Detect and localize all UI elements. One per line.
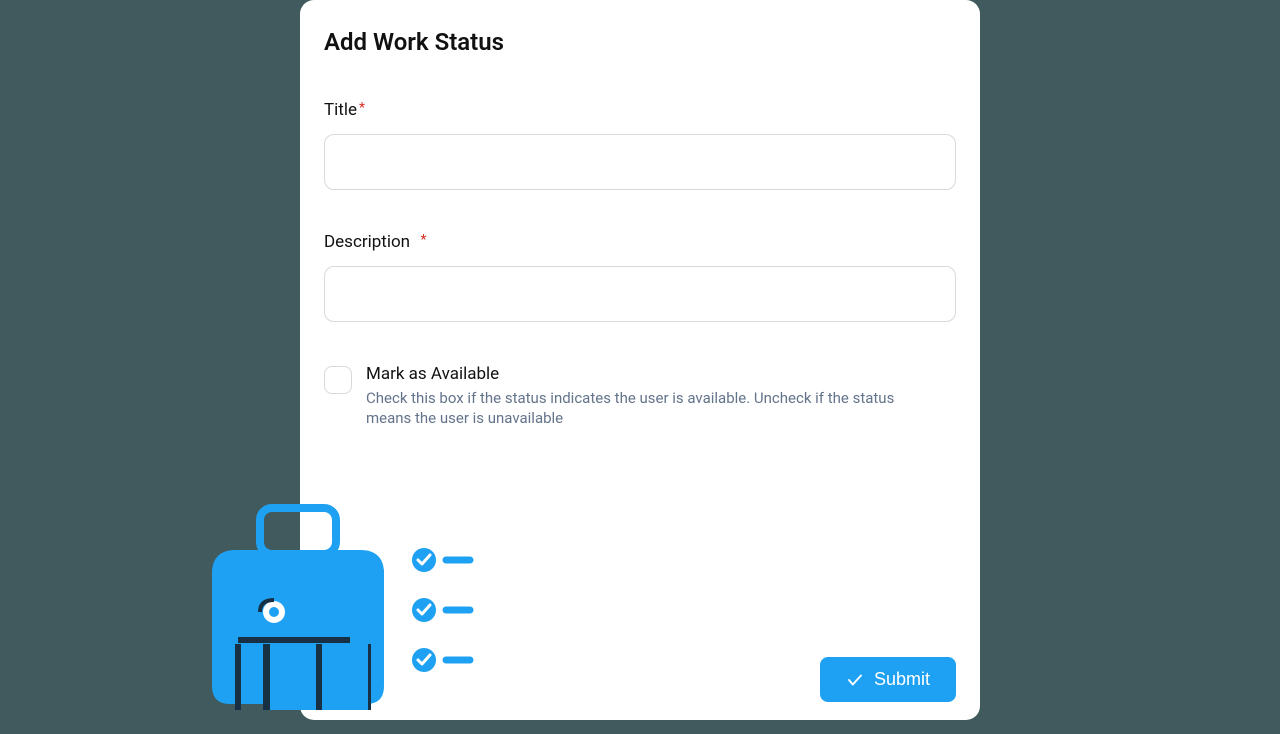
description-label: Description * bbox=[324, 232, 956, 252]
submit-button[interactable]: Submit bbox=[820, 657, 956, 702]
briefcase-checklist-icon bbox=[200, 504, 500, 734]
available-label: Mark as Available bbox=[366, 364, 926, 384]
submit-row: Submit bbox=[820, 657, 956, 702]
required-asterisk: * bbox=[359, 100, 365, 116]
description-label-text: Description bbox=[324, 232, 410, 252]
title-label: Title* bbox=[324, 100, 956, 120]
add-work-status-modal: Add Work Status Title* Description * Mar… bbox=[300, 0, 980, 720]
available-checkbox[interactable] bbox=[324, 366, 352, 394]
field-available: Mark as Available Check this box if the … bbox=[324, 364, 956, 429]
available-help: Check this box if the status indicates t… bbox=[366, 388, 926, 429]
available-text: Mark as Available Check this box if the … bbox=[366, 364, 926, 429]
field-title: Title* bbox=[324, 100, 956, 190]
title-label-text: Title bbox=[324, 100, 357, 120]
field-description: Description * bbox=[324, 232, 956, 322]
submit-label: Submit bbox=[874, 669, 930, 690]
check-icon bbox=[846, 671, 864, 689]
modal-title: Add Work Status bbox=[324, 28, 956, 56]
title-input[interactable] bbox=[324, 134, 956, 190]
required-asterisk: * bbox=[421, 232, 427, 248]
description-input[interactable] bbox=[324, 266, 956, 322]
